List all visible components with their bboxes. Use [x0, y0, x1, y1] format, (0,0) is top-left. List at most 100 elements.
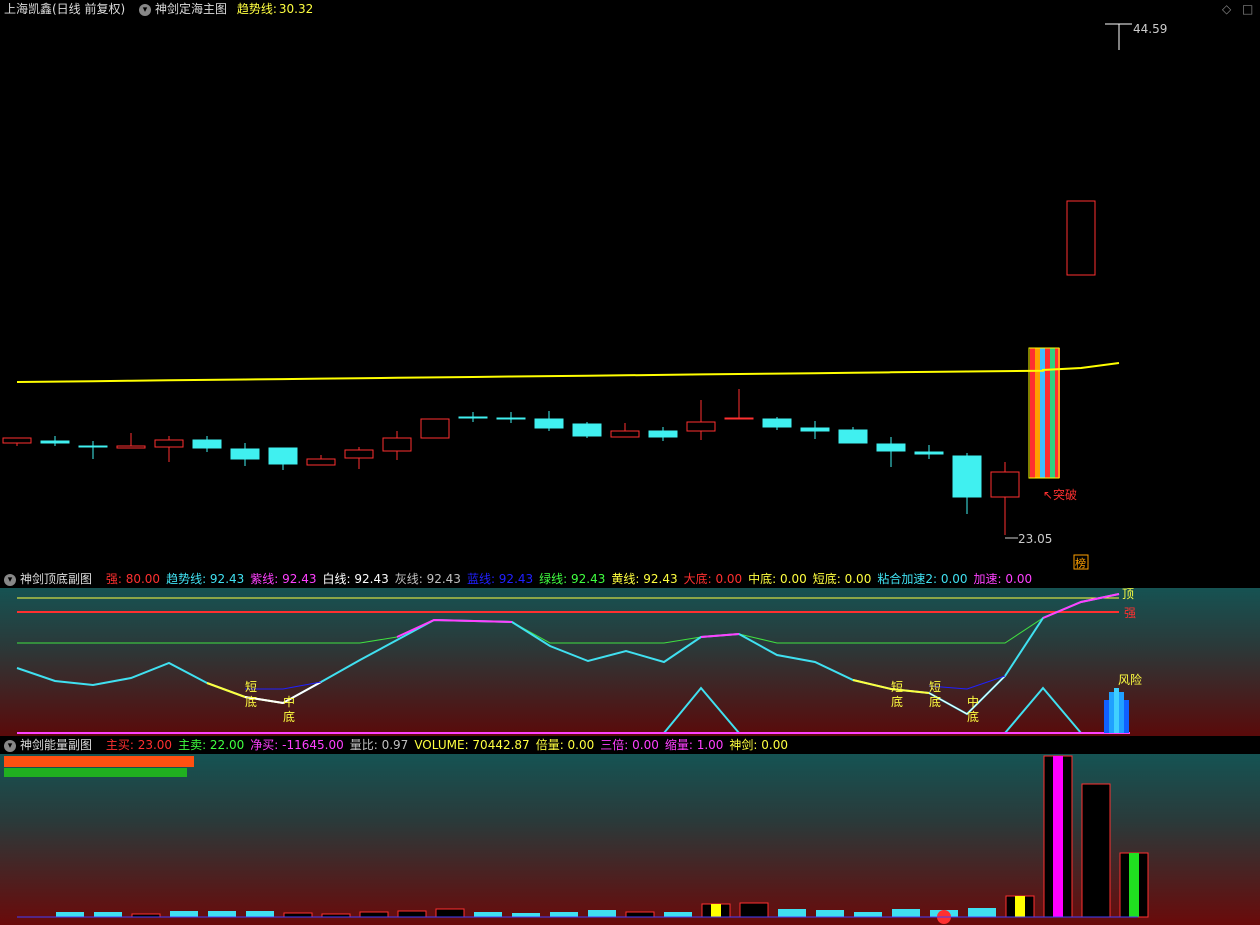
- candle-body: [800, 427, 830, 432]
- risk-bar: [1104, 700, 1109, 733]
- candle-body: [382, 437, 412, 452]
- sub1-field-12: 加速: 0.00: [973, 572, 1033, 586]
- label-top: 顶: [1122, 587, 1134, 601]
- volume-bar: [283, 912, 313, 918]
- breakout-bar-stripe: [1040, 348, 1045, 478]
- volume-bar: [512, 913, 540, 917]
- breakout-label: ↖突破: [1043, 487, 1077, 502]
- candle-body: [534, 418, 564, 429]
- sub2-title[interactable]: 神剑能量副图: [20, 738, 92, 752]
- candle-body: [230, 448, 260, 460]
- energy-bars: [4, 755, 1149, 924]
- volume-bar: [170, 911, 198, 917]
- candle-body: [2, 437, 32, 444]
- candle-body: [876, 443, 906, 452]
- sub1-field-7: 黄线: 92.43: [611, 572, 678, 586]
- top-bottom-subchart[interactable]: 顶强风险短底中底短底短底中底 ▾ 神剑顶底副图 强: 80.00 趋势线: 92.4…: [0, 570, 1260, 736]
- sub1-field-6: 绿线: 92.43: [539, 572, 606, 586]
- candle-body: [1066, 200, 1096, 276]
- sub2-header: ▾ 神剑能量副图 主买: 23.00 主卖: 22.00 净买: -11645.00 量…: [0, 736, 1260, 754]
- sub1-field-4: 灰线: 92.43: [394, 572, 461, 586]
- candle-body: [116, 445, 146, 449]
- candle-body: [40, 440, 70, 444]
- main-sell-bar: [4, 768, 187, 777]
- sub2-field-6: 三倍: 0.00: [600, 738, 659, 752]
- sub1-field-5: 蓝线: 92.43: [466, 572, 534, 586]
- sub1-field-3: 白线: 92.43: [322, 572, 389, 586]
- breakout-bar-stripe: [1035, 348, 1040, 478]
- candlestick-chart: 44.59 23.05 ↖突破榜: [2, 22, 1167, 570]
- sub1-field-2: 紫线: 92.43: [250, 572, 317, 586]
- volume-bar: [1081, 783, 1111, 918]
- candle-body: [306, 458, 336, 466]
- volume-bar: [968, 908, 996, 917]
- purple-line-2: [700, 633, 740, 638]
- sub2-field-0: 主买: 23.00: [105, 738, 173, 752]
- sub1-toggle-icon[interactable]: ▾: [4, 573, 16, 586]
- triple-volume-bar: [1053, 756, 1063, 917]
- risk-bar: [1124, 700, 1129, 733]
- purple-line: [396, 618, 513, 638]
- volume-bar: [94, 912, 122, 917]
- volume-bar: [854, 912, 882, 917]
- main-chart-pane[interactable]: 上海凯鑫(日线 前复权) ▾ 神剑定海主图 趋势线: 30.32 ◇ □ 44.59…: [0, 0, 1260, 570]
- candle-body: [762, 418, 792, 428]
- breakout-bar-stripe: [1050, 348, 1055, 478]
- double-volume-bar: [1015, 896, 1025, 917]
- candle-body: [686, 421, 716, 432]
- candle-body: [458, 416, 488, 419]
- bottom-signal-label_short: 短: [891, 680, 903, 694]
- sub1-field-0: 强: 80.00: [105, 572, 161, 586]
- bottom-signal-label_mid: 中: [967, 694, 979, 709]
- volume-bar: [588, 910, 616, 917]
- candle-body: [838, 429, 868, 444]
- candle-body: [990, 471, 1020, 498]
- acc-triangle-2: [1004, 686, 1082, 734]
- risk-bar: [1109, 692, 1114, 733]
- volume-bar: [56, 912, 84, 917]
- sub2-toggle-icon[interactable]: ▾: [4, 739, 16, 752]
- candle-body: [78, 445, 108, 448]
- sub1-title[interactable]: 神剑顶底副图: [20, 572, 92, 586]
- bottom-signal-label_bottom: 底: [891, 694, 903, 709]
- sub2-field-5: 倍量: 0.00: [535, 738, 595, 752]
- candle-body: [192, 439, 222, 449]
- energy-subchart[interactable]: ▾ 神剑能量副图 主买: 23.00 主卖: 22.00 净买: -11645.00 量…: [0, 736, 1260, 925]
- sub2-field-1: 主卖: 22.00: [178, 738, 245, 752]
- bottom-signal-label_bottom: 底: [283, 709, 295, 724]
- sub2-field-2: 净买: -11645.00: [250, 738, 344, 752]
- candle-body: [154, 439, 184, 448]
- label-strong: 强: [1124, 606, 1136, 620]
- candle-body: [724, 417, 754, 420]
- candle-body: [420, 418, 450, 439]
- candle-body: [952, 455, 982, 498]
- green-line: [17, 593, 1120, 644]
- breakout-bar-stripe: [1045, 348, 1050, 478]
- candle-body: [572, 423, 602, 437]
- volume-bar: [435, 908, 465, 918]
- main-buy-bar: [4, 756, 194, 767]
- volume-bar: [550, 912, 578, 917]
- breakout-bar-stripe: [1030, 348, 1035, 478]
- sub2-field-7: 缩量: 1.00: [664, 738, 724, 752]
- volume-bar: [474, 912, 502, 917]
- volume-bar: [625, 911, 655, 918]
- double-volume-bar: [711, 904, 721, 917]
- sub2-field-3: 量比: 0.97: [349, 738, 409, 752]
- candle-body: [268, 447, 298, 465]
- sub1-header: ▾ 神剑顶底副图 强: 80.00 趋势线: 92.43 紫线: 92.43 白线: 9…: [0, 570, 1260, 588]
- low-price-label: 23.05: [1018, 532, 1052, 546]
- sub1-field-11: 粘合加速2: 0.00: [877, 572, 968, 586]
- volume-bar: [739, 902, 769, 918]
- volume-bar: [397, 910, 427, 918]
- top-bottom-lines: 顶强风险短底 中底短底短底 中底: [16, 587, 1142, 734]
- sub1-field-9: 中底: 0.00: [748, 572, 807, 586]
- shrink-volume-bar: [1129, 853, 1139, 917]
- bottom-signal-label_mid: 中: [283, 694, 295, 709]
- acc-triangle: [663, 686, 740, 734]
- volume-bar: [664, 912, 692, 917]
- candle-body: [648, 430, 678, 438]
- volume-bar: [816, 910, 844, 917]
- trend-line: [16, 362, 1120, 383]
- volume-bar: [208, 911, 236, 917]
